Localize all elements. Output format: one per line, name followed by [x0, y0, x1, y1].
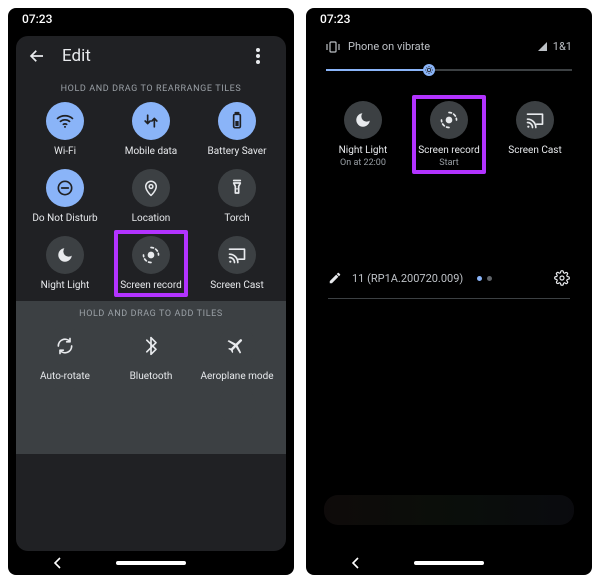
page-indicator	[477, 276, 492, 281]
quick-settings-screen: 07:23 Phone on vibrate 1&1 Night	[306, 8, 592, 575]
settings-gear-icon[interactable]	[554, 270, 570, 286]
ringer-status: Phone on vibrate	[348, 40, 430, 53]
tile-auto-rotate[interactable]: Auto-rotate	[22, 327, 108, 382]
tile-label: Auto-rotate	[40, 371, 90, 382]
record-icon[interactable]	[430, 101, 468, 139]
dnd-icon[interactable]	[46, 169, 84, 207]
brightness-slider[interactable]	[326, 63, 572, 77]
swap-icon[interactable]	[132, 102, 170, 140]
tile-sublabel: Start	[439, 158, 458, 168]
tile-label: Aeroplane mode	[200, 371, 273, 382]
tile-torch[interactable]: Torch	[194, 169, 280, 224]
tile-label: Battery Saver	[208, 146, 267, 157]
tile-label: Bluetooth	[130, 371, 173, 382]
carrier-label: 1&1	[553, 40, 572, 53]
tile-night-light[interactable]: Night Light	[22, 236, 108, 291]
edit-panel: Edit HOLD AND DRAG TO REARRANGE TILES Wi…	[16, 36, 286, 551]
moon-icon[interactable]	[344, 101, 382, 139]
tile-label: Torch	[224, 213, 249, 224]
tile-label: Screen Cast	[210, 280, 263, 291]
moon-icon[interactable]	[46, 236, 84, 274]
torch-icon[interactable]	[218, 169, 256, 207]
tile-label: Mobile data	[125, 146, 178, 157]
tile-dnd[interactable]: Do Not Disturb	[22, 169, 108, 224]
bluetooth-icon[interactable]	[132, 327, 170, 365]
back-icon[interactable]	[28, 47, 46, 65]
tile-label: Screen Cast	[508, 145, 561, 156]
tile-partial[interactable]	[194, 386, 280, 424]
tile-label: Night Light	[339, 145, 388, 156]
rotate-icon[interactable]	[46, 327, 84, 365]
tile-label: Night Light	[41, 280, 90, 291]
location-icon[interactable]	[132, 169, 170, 207]
edit-topbar: Edit	[16, 36, 286, 76]
nav-home-pill[interactable]	[414, 561, 484, 565]
tile-label: Screen record	[120, 280, 182, 291]
tile-partial[interactable]	[108, 386, 194, 424]
tile-battery-saver[interactable]: Battery Saver	[194, 102, 280, 157]
tile-sublabel: On at 22:00	[340, 158, 386, 168]
shade-footer: 11 (RP1A.200720.009)	[314, 258, 584, 294]
signal-icon	[538, 42, 547, 51]
overflow-menu-icon[interactable]	[256, 48, 274, 64]
qs-shade: Phone on vibrate 1&1 Night Light On at 22…	[314, 34, 584, 551]
tile-aeroplane[interactable]: Aeroplane mode	[194, 327, 280, 382]
status-bar: 07:23	[306, 8, 592, 30]
record-icon[interactable]	[132, 236, 170, 274]
edit-pencil-icon[interactable]	[328, 271, 342, 285]
tile-screen-cast[interactable]: Screen Cast	[194, 236, 280, 291]
tile-label: Screen record	[418, 145, 480, 156]
build-label: 11 (RP1A.200720.009)	[352, 272, 463, 285]
add-tiles-grid: Auto-rotate Bluetooth Aeroplane mode	[16, 323, 286, 392]
tile-label: Do Not Disturb	[32, 213, 97, 224]
brightness-thumb-icon[interactable]	[423, 64, 435, 76]
status-bar: 07:23	[8, 8, 294, 30]
nav-bar	[8, 551, 294, 575]
nav-back-icon[interactable]	[348, 557, 364, 569]
tile-location[interactable]: Location	[108, 169, 194, 224]
battery-icon[interactable]	[218, 102, 256, 140]
tile-partial[interactable]	[22, 386, 108, 424]
tile-screen-record[interactable]: Screen record	[108, 236, 194, 291]
add-hint: HOLD AND DRAG TO ADD TILES	[16, 301, 286, 323]
page-title: Edit	[62, 46, 240, 66]
airplane-icon[interactable]	[218, 327, 256, 365]
cast-icon[interactable]	[218, 236, 256, 274]
edit-tiles-screen: 07:23 Edit HOLD AND DRAG TO REARRANGE TI…	[8, 8, 294, 575]
rearrange-hint: HOLD AND DRAG TO REARRANGE TILES	[16, 76, 286, 98]
search-pill-background	[324, 495, 574, 525]
cast-icon[interactable]	[516, 101, 554, 139]
nav-back-icon[interactable]	[50, 557, 66, 569]
tile-label: Wi-Fi	[54, 146, 76, 157]
tile-wifi[interactable]: Wi-Fi	[22, 102, 108, 157]
shade-divider	[328, 298, 570, 299]
wifi-icon[interactable]	[46, 102, 84, 140]
shade-header: Phone on vibrate 1&1	[314, 34, 584, 63]
tile-screen-record[interactable]: Screen record Start	[406, 101, 492, 168]
status-clock: 07:23	[320, 12, 350, 26]
tile-mobile-data[interactable]: Mobile data	[108, 102, 194, 157]
nav-home-pill[interactable]	[116, 561, 186, 565]
qs-tiles-row: Night Light On at 22:00 Screen record Start…	[314, 85, 584, 168]
tile-bluetooth[interactable]: Bluetooth	[108, 327, 194, 382]
tile-screen-cast[interactable]: Screen Cast	[492, 101, 578, 168]
status-clock: 07:23	[22, 12, 52, 26]
vibrate-icon	[326, 41, 340, 53]
tile-night-light[interactable]: Night Light On at 22:00	[320, 101, 406, 168]
tile-label: Location	[132, 213, 171, 224]
active-tiles-grid: Wi-Fi Mobile data Battery Saver Do Not Dist…	[16, 98, 286, 301]
nav-bar	[306, 551, 592, 575]
